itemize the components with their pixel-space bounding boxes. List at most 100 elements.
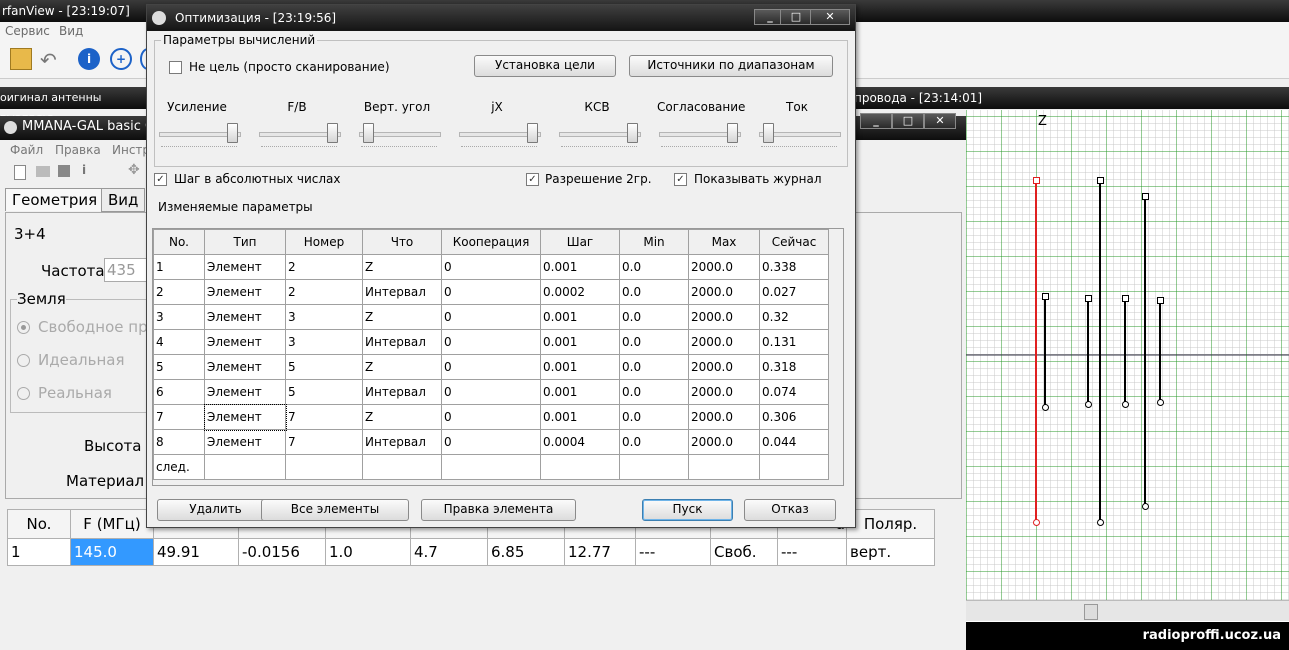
horizontal-scrollbar[interactable] [966, 600, 1289, 621]
tab-geometry[interactable]: Геометрия [5, 188, 105, 211]
table-cell[interactable]: 0.074 [759, 379, 829, 405]
slider-thumb[interactable] [527, 123, 538, 143]
table-cell[interactable]: 0.0 [619, 329, 689, 355]
table-cell[interactable] [285, 454, 363, 480]
ground-option-ideal[interactable]: Идеальная [17, 351, 124, 369]
info-icon[interactable]: i [78, 48, 100, 70]
table-row[interactable]: 5 Элемент 5 Z 0 0.001 0.0 2000.0 0.318 [153, 354, 829, 380]
table-cell[interactable]: 0.001 [540, 404, 620, 430]
wire[interactable] [1124, 298, 1126, 404]
table-row[interactable]: 2 Элемент 2 Интервал 0 0.0002 0.0 2000.0 0.027 [153, 279, 829, 305]
show-log-checkbox[interactable]: ✓ [674, 173, 687, 186]
table-cell[interactable]: Элемент [204, 279, 286, 305]
table-cell[interactable]: Z [362, 304, 442, 330]
table-cell[interactable]: 3 [285, 329, 363, 355]
table-cell[interactable]: 0.044 [759, 429, 829, 455]
row-number-cell[interactable]: 2 [153, 279, 205, 305]
table-cell[interactable]: 0 [441, 379, 541, 405]
table-cell[interactable]: 0.0 [619, 279, 689, 305]
table-cell[interactable]: Интервал [362, 279, 442, 305]
close-button[interactable]: ✕ [810, 9, 850, 25]
row-number-cell[interactable]: 5 [153, 354, 205, 380]
table-cell[interactable]: 2000.0 [688, 429, 760, 455]
table-cell[interactable]: 0 [441, 254, 541, 280]
wire-red[interactable] [1035, 180, 1037, 522]
table-cell[interactable]: 0.0 [619, 404, 689, 430]
row-number-cell[interactable]: 7 [153, 404, 205, 430]
table-cell[interactable]: 0.001 [540, 354, 620, 380]
slider-thumb[interactable] [363, 123, 374, 143]
table-cell[interactable]: Z [362, 404, 442, 430]
column-header[interactable]: Min [619, 229, 689, 255]
abs-step-checkbox[interactable]: ✓ [154, 173, 167, 186]
table-cell[interactable]: Z [362, 254, 442, 280]
table-cell[interactable]: Интервал [362, 379, 442, 405]
antenna-window-titlebar[interactable]: оигинал антенны RV3EFG\3 [0, 87, 150, 126]
results-cell[interactable]: 1 [7, 538, 71, 566]
table-cell[interactable]: 2000.0 [688, 379, 760, 405]
table-cell[interactable]: Элемент [204, 379, 286, 405]
table-cell[interactable]: 0 [441, 354, 541, 380]
wire[interactable] [1099, 180, 1101, 522]
table-cell[interactable]: 7 [285, 429, 363, 455]
table-cell[interactable]: 0.32 [759, 304, 829, 330]
table-cell[interactable]: 0.318 [759, 354, 829, 380]
wire[interactable] [1044, 296, 1046, 407]
table-cell[interactable]: 0.001 [540, 379, 620, 405]
slider-thumb[interactable] [627, 123, 638, 143]
menu-item-file[interactable]: Файл [10, 143, 43, 157]
table-cell[interactable]: Элемент [204, 304, 286, 330]
close-button[interactable]: ✕ [924, 113, 956, 129]
slider-thumb[interactable] [227, 123, 238, 143]
menu-item-service[interactable]: Сервис [5, 24, 50, 38]
table-cell[interactable] [759, 454, 829, 480]
minimize-button[interactable]: _ [860, 113, 892, 129]
start-button[interactable]: Пуск [642, 499, 733, 521]
table-cell[interactable]: 0.0 [619, 304, 689, 330]
column-header[interactable]: Тип [204, 229, 286, 255]
wire[interactable] [1159, 300, 1161, 402]
results-cell[interactable]: 6.85 [487, 538, 565, 566]
folder-icon[interactable] [10, 48, 32, 70]
row-number-cell[interactable]: 3 [153, 304, 205, 330]
table-cell[interactable]: Элемент [204, 429, 286, 455]
table-cell[interactable]: 0 [441, 279, 541, 305]
column-header[interactable]: Кооперация [441, 229, 541, 255]
tab-view[interactable]: Вид [101, 188, 146, 212]
table-cell[interactable]: Элемент [203, 403, 287, 431]
column-header[interactable]: Номер [285, 229, 363, 255]
results-cell[interactable]: --- [635, 538, 711, 566]
all-elements-button[interactable]: Все элементы [261, 499, 409, 521]
zoom-in-icon[interactable]: + [110, 48, 132, 70]
table-row[interactable]: 7 Элемент 7 Z 0 0.001 0.0 2000.0 0.306 [153, 403, 829, 431]
results-cell[interactable]: --- [777, 538, 847, 566]
table-cell[interactable]: Элемент [204, 329, 286, 355]
table-cell[interactable]: Интервал [362, 429, 442, 455]
table-cell[interactable]: 0.001 [540, 304, 620, 330]
table-cell[interactable]: 0.027 [759, 279, 829, 305]
column-header[interactable]: Шаг [540, 229, 620, 255]
table-row[interactable]: 1 145.0 49.91 -0.0156 1.0 4.7 6.85 12.77… [7, 538, 935, 566]
table-row[interactable]: 1 Элемент 2 Z 0 0.001 0.0 2000.0 0.338 [153, 254, 829, 280]
slider-thumb[interactable] [327, 123, 338, 143]
ground-option-free[interactable]: Свободное про [17, 318, 157, 336]
column-header[interactable]: Max [688, 229, 760, 255]
table-cell[interactable]: 0.001 [540, 329, 620, 355]
slider-thumb[interactable] [727, 123, 738, 143]
table-row[interactable]: 8 Элемент 7 Интервал 0 0.0004 0.0 2000.0 0.044 [153, 429, 829, 455]
undo-icon[interactable]: ↶ [40, 48, 57, 72]
table-cell[interactable]: Элемент [204, 354, 286, 380]
table-cell[interactable] [204, 454, 286, 480]
wire[interactable] [1087, 298, 1089, 404]
table-cell[interactable]: Z [362, 354, 442, 380]
table-cell[interactable]: Элемент [204, 254, 286, 280]
column-header[interactable]: No. [153, 229, 205, 255]
table-cell[interactable]: 2000.0 [688, 354, 760, 380]
freq-input[interactable]: 435 [104, 258, 148, 282]
menu-item-edit[interactable]: Правка [55, 143, 101, 157]
sources-button[interactable]: Источники по диапазонам [629, 55, 833, 77]
cancel-button[interactable]: Отказ [744, 499, 836, 521]
maximize-button[interactable]: □ [780, 9, 812, 25]
table-row[interactable]: 4 Элемент 3 Интервал 0 0.001 0.0 2000.0 0.131 [153, 329, 829, 355]
view-window-titlebar[interactable]: провода - [23:14:01] [850, 87, 1289, 109]
